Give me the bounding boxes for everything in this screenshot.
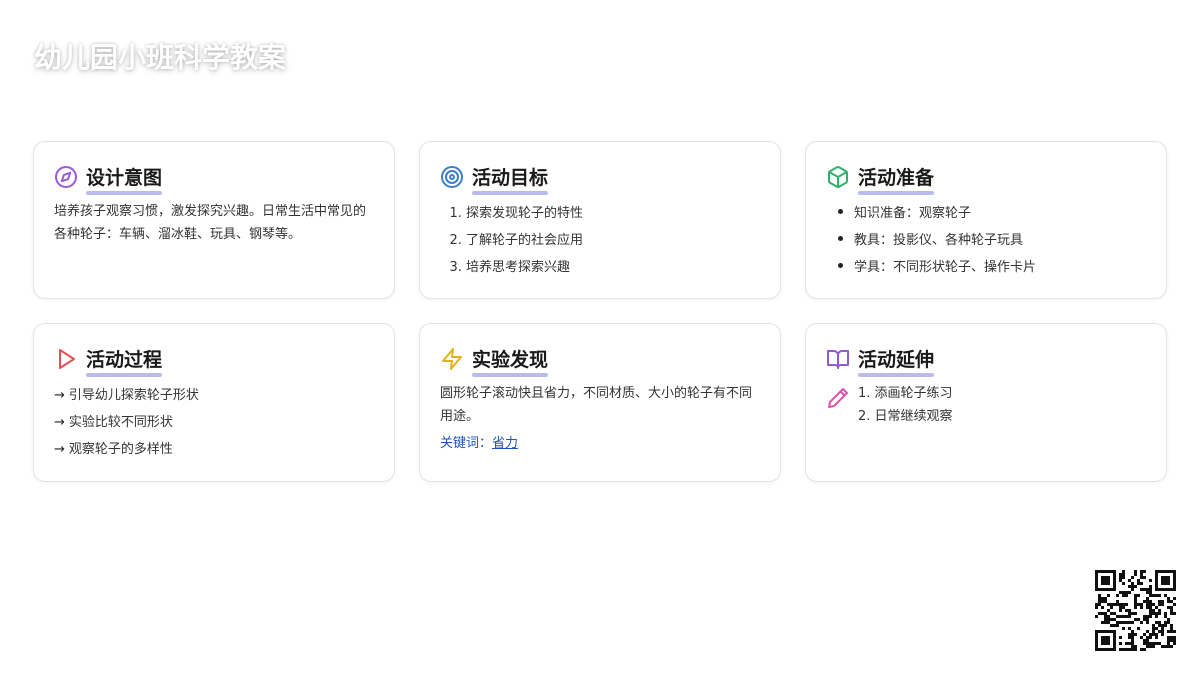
lightning-icon (440, 347, 464, 371)
keyword-label: 关键词： (440, 436, 493, 451)
list-item: 1. 添画轮子练习 (858, 386, 953, 401)
card-title: 活动目标 (472, 163, 549, 195)
card-title: 活动过程 (86, 345, 163, 377)
list-item: 2. 日常继续观察 (858, 409, 953, 424)
card-header: 活动过程 (54, 344, 374, 377)
card-header: 活动延伸 (826, 344, 1146, 377)
design-intent-text: 培养孩子观察习惯，激发探究兴趣。日常生活中常见的各种轮子：车辆、溜冰鞋、玩具、钢… (54, 204, 367, 242)
card-header: 设计意图 (54, 162, 374, 195)
list-item: 学具：不同形状轮子、操作卡片 (838, 254, 1146, 281)
findings-text: 圆形轮子滚动快且省力，不同材质、大小的轮子有不同用途。 (440, 386, 753, 424)
card-activity-process: 活动过程 → 引导幼儿探索轮子形状 → 实验比较不同形状 → 观察轮子的多样性 (33, 323, 395, 482)
keyword-link[interactable]: 省力 (492, 436, 518, 451)
list-item: 探索发现轮子的特性 (466, 200, 760, 227)
goals-list: 探索发现轮子的特性 了解轮子的社会应用 培养思考探索兴趣 (440, 200, 760, 281)
extension-body: 1. 添画轮子练习 2. 日常继续观察 (826, 382, 1146, 428)
box-icon (826, 165, 850, 189)
card-title: 活动延伸 (858, 345, 935, 377)
list-item-text: 学具：不同形状轮子、操作卡片 (854, 260, 1037, 275)
step-text: 实验比较不同形状 (68, 415, 173, 430)
card-activity-extension: 活动延伸 1. 添画轮子练习 2. 日常继续观察 (805, 323, 1167, 482)
lesson-card-grid: 设计意图 培养孩子观察习惯，激发探究兴趣。日常生活中常见的各种轮子：车辆、溜冰鞋… (33, 141, 1167, 482)
list-item: 知识准备：观察轮子 (838, 200, 1146, 227)
qr-code-icon (1095, 570, 1176, 651)
arrow-right-icon: → (54, 388, 65, 403)
card-title: 设计意图 (86, 163, 163, 195)
step-text: 观察轮子的多样性 (68, 442, 173, 457)
prep-list: 知识准备：观察轮子 教具：投影仪、各种轮子玩具 学具：不同形状轮子、操作卡片 (826, 200, 1146, 281)
card-title: 活动准备 (858, 163, 935, 195)
card-activity-prep: 活动准备 知识准备：观察轮子 教具：投影仪、各种轮子玩具 学具：不同形状轮子、操… (805, 141, 1167, 299)
target-icon (440, 165, 464, 189)
card-header: 活动目标 (440, 162, 760, 195)
process-steps: → 引导幼儿探索轮子形状 → 实验比较不同形状 → 观察轮子的多样性 (54, 382, 374, 463)
arrow-right-icon: → (54, 442, 65, 457)
card-experiment-findings: 实验发现 圆形轮子滚动快且省力，不同材质、大小的轮子有不同用途。 关键词：省力 (419, 323, 781, 482)
compass-icon (54, 165, 78, 189)
list-item: → 观察轮子的多样性 (54, 436, 374, 463)
list-item-text: 教具：投影仪、各种轮子玩具 (854, 233, 1024, 248)
list-item: 培养思考探索兴趣 (466, 254, 760, 281)
keyword-line: 关键词：省力 (440, 432, 760, 455)
play-icon (54, 347, 78, 371)
list-item: 教具：投影仪、各种轮子玩具 (838, 227, 1146, 254)
list-item: → 实验比较不同形状 (54, 409, 374, 436)
list-item: → 引导幼儿探索轮子形状 (54, 382, 374, 409)
page-title: 幼儿园小班科学教案 (34, 41, 287, 74)
card-title: 实验发现 (472, 345, 549, 377)
card-header: 实验发现 (440, 344, 760, 377)
arrow-right-icon: → (54, 415, 65, 430)
list-item-text: 知识准备：观察轮子 (854, 206, 972, 221)
extension-list: 1. 添画轮子练习 2. 日常继续观察 (858, 382, 953, 428)
step-text: 引导幼儿探索轮子形状 (68, 388, 199, 403)
pencil-icon (826, 386, 850, 410)
list-item: 了解轮子的社会应用 (466, 227, 760, 254)
card-design-intent: 设计意图 培养孩子观察习惯，激发探究兴趣。日常生活中常见的各种轮子：车辆、溜冰鞋… (33, 141, 395, 299)
card-header: 活动准备 (826, 162, 1146, 195)
card-activity-goals: 活动目标 探索发现轮子的特性 了解轮子的社会应用 培养思考探索兴趣 (419, 141, 781, 299)
book-icon (826, 347, 850, 371)
